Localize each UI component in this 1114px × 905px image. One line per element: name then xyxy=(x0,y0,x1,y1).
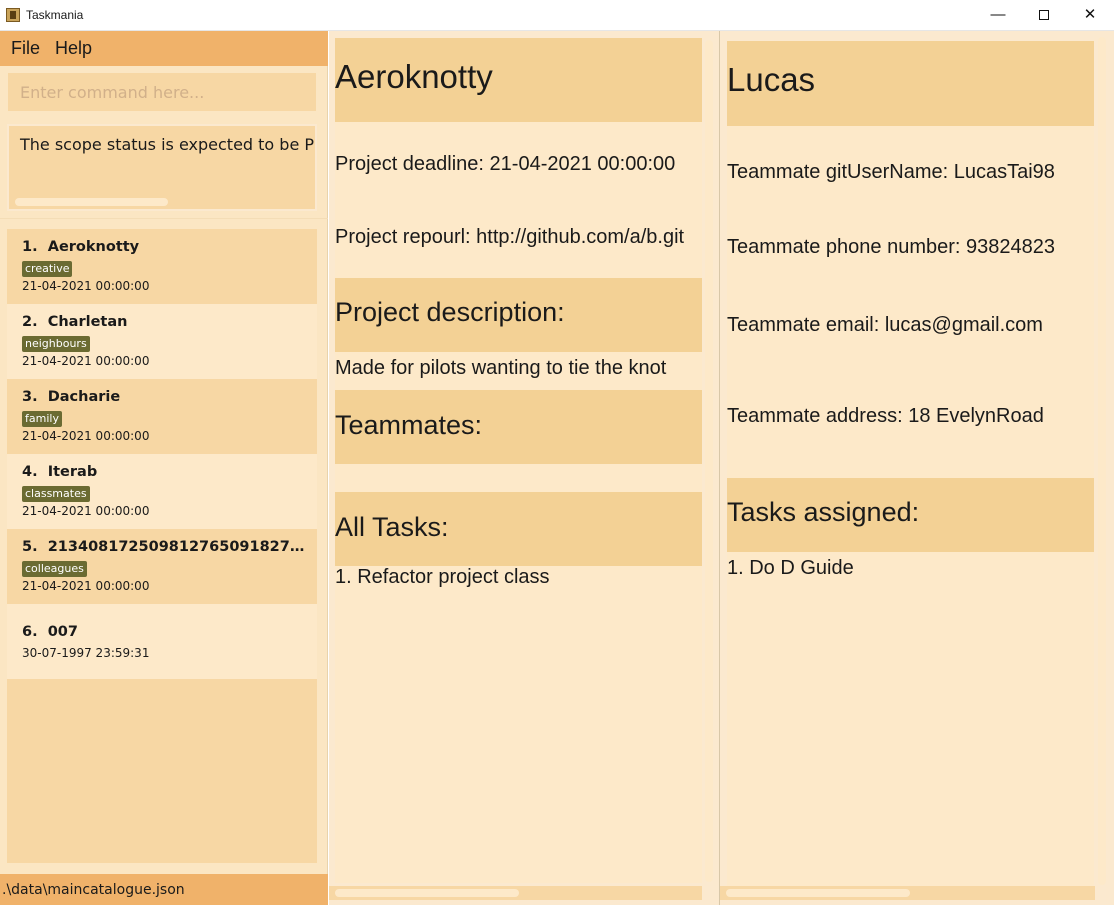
window-title: Taskmania xyxy=(26,8,84,22)
teammate-git: Teammate gitUserName: LucasTai98 xyxy=(727,161,1055,183)
project-item-title: 5. 2134081725098127650918274098237... xyxy=(22,539,312,555)
project-item-title: 6. 007 xyxy=(22,624,78,640)
teammates-heading: Teammates: xyxy=(335,410,483,440)
teammate-email: Teammate email: lucas@gmail.com xyxy=(727,314,1043,336)
project-deadline: 21-04-2021 00:00:00 xyxy=(22,354,150,368)
teammate-detail-hscrollbar[interactable] xyxy=(720,886,1095,900)
project-item-name: Iterab xyxy=(47,464,98,480)
result-display[interactable]: The scope status is expected to be PERSO… xyxy=(7,124,317,211)
assigned-task-item: 1. Do D Guide xyxy=(727,557,854,579)
maximize-icon xyxy=(1039,10,1049,21)
minimize-icon: — xyxy=(990,6,1006,23)
project-item-index: 2. xyxy=(22,314,38,330)
project-item-title: 1. Aeroknotty xyxy=(22,239,139,255)
left-pane: File Help The scope status is expected t… xyxy=(0,31,328,905)
scroll-thumb[interactable] xyxy=(726,889,910,897)
project-item-index: 1. xyxy=(22,239,38,255)
teammate-phone: Teammate phone number: 93824823 xyxy=(727,236,1056,258)
project-list-item[interactable]: 2. Charletan neighbours 21-04-2021 00:00… xyxy=(7,304,317,379)
description-heading: Project description: xyxy=(335,297,565,327)
project-detail-vscrollbar[interactable] xyxy=(703,38,715,884)
project-list-item[interactable]: 6. 007 30-07-1997 23:59:31 xyxy=(7,604,317,679)
project-item-title: 3. Dacharie xyxy=(22,389,120,405)
project-list-item[interactable]: 3. Dacharie family 21-04-2021 00:00:00 xyxy=(7,379,317,454)
result-scrollbar[interactable] xyxy=(15,198,168,206)
scroll-thumb[interactable] xyxy=(335,889,519,897)
project-item-title: 4. Iterab xyxy=(22,464,97,480)
project-item-name: 007 xyxy=(47,624,78,640)
task-item: 1. Refactor project class xyxy=(335,566,550,588)
project-tag: creative xyxy=(22,261,73,277)
project-detail-hscrollbar[interactable] xyxy=(329,886,702,900)
maximize-button[interactable] xyxy=(1021,0,1067,31)
teammate-name: Lucas xyxy=(727,61,816,98)
close-icon: ✕ xyxy=(1083,6,1097,23)
scroll-thumb[interactable] xyxy=(1098,37,1106,885)
tasks-header: All Tasks: xyxy=(335,492,702,566)
project-list-item[interactable]: 4. Iterab classmates 21-04-2021 00:00:00 xyxy=(7,454,317,529)
project-deadline: 21-04-2021 00:00:00 xyxy=(22,579,150,593)
menu-file[interactable]: File xyxy=(11,38,40,59)
scroll-thumb[interactable] xyxy=(705,40,713,882)
save-location: .\data\maincatalogue.json xyxy=(2,882,185,898)
project-list[interactable]: 1. Aeroknotty creative 21-04-2021 00:00:… xyxy=(7,229,317,863)
teammate-detail-vscrollbar[interactable] xyxy=(1096,35,1108,887)
project-list-item[interactable]: 1. Aeroknotty creative 21-04-2021 00:00:… xyxy=(7,229,317,304)
project-tag: neighbours xyxy=(22,336,90,352)
project-repourl: Project repourl: http://github.com/a/b.g… xyxy=(335,226,685,248)
project-item-name: Aeroknotty xyxy=(47,239,140,255)
close-button[interactable]: ✕ xyxy=(1067,0,1113,31)
status-bar: .\data\maincatalogue.json xyxy=(0,874,328,905)
tasks-assigned-header: Tasks assigned: xyxy=(727,478,1094,552)
tasks-heading: All Tasks: xyxy=(335,512,449,542)
project-detail-content: Aeroknotty Project deadline: 21-04-2021 … xyxy=(335,38,702,883)
project-item-title: 2. Charletan xyxy=(22,314,127,330)
teammate-detail-pane: Lucas Teammate gitUserName: LucasTai98 T… xyxy=(720,31,1114,905)
command-box xyxy=(7,72,317,112)
project-item-index: 5. xyxy=(22,539,38,555)
app-icon xyxy=(6,8,20,22)
teammate-detail-content: Lucas Teammate gitUserName: LucasTai98 T… xyxy=(727,41,1094,886)
menu-bar: File Help xyxy=(0,31,328,66)
title-bar: Taskmania — ✕ xyxy=(0,0,1114,31)
project-deadline: 21-04-2021 00:00:00 xyxy=(22,279,150,293)
project-item-index: 4. xyxy=(22,464,38,480)
project-item-name: 2134081725098127650918274098237... xyxy=(47,539,312,555)
divider xyxy=(0,218,328,219)
project-item-index: 6. xyxy=(22,624,38,640)
teammate-address: Teammate address: 18 EvelynRoad xyxy=(727,405,1044,427)
project-tag: family xyxy=(22,411,62,427)
project-name: Aeroknotty xyxy=(335,58,493,95)
menu-help[interactable]: Help xyxy=(55,38,92,59)
project-item-name: Charletan xyxy=(47,314,128,330)
teammates-header: Teammates: xyxy=(335,390,702,464)
project-description: Made for pilots wanting to tie the knot xyxy=(335,357,667,379)
project-tag: classmates xyxy=(22,486,90,502)
description-header: Project description: xyxy=(335,278,702,352)
project-item-index: 3. xyxy=(22,389,38,405)
project-detail-pane: Aeroknotty Project deadline: 21-04-2021 … xyxy=(329,31,719,905)
tasks-assigned-heading: Tasks assigned: xyxy=(727,497,920,527)
result-text: The scope status is expected to be PERSO… xyxy=(20,135,315,154)
command-input[interactable] xyxy=(8,73,316,111)
teammate-name-header: Lucas xyxy=(727,41,1094,126)
minimize-button[interactable]: — xyxy=(975,0,1021,31)
project-name-header: Aeroknotty xyxy=(335,38,702,122)
project-tag: colleagues xyxy=(22,561,87,577)
project-deadline-text: Project deadline: 21-04-2021 00:00:00 xyxy=(335,153,676,175)
project-deadline: 21-04-2021 00:00:00 xyxy=(22,429,150,443)
project-item-name: Dacharie xyxy=(47,389,121,405)
project-deadline: 30-07-1997 23:59:31 xyxy=(22,646,150,660)
project-deadline: 21-04-2021 00:00:00 xyxy=(22,504,150,518)
project-list-item[interactable]: 5. 2134081725098127650918274098237... co… xyxy=(7,529,317,604)
